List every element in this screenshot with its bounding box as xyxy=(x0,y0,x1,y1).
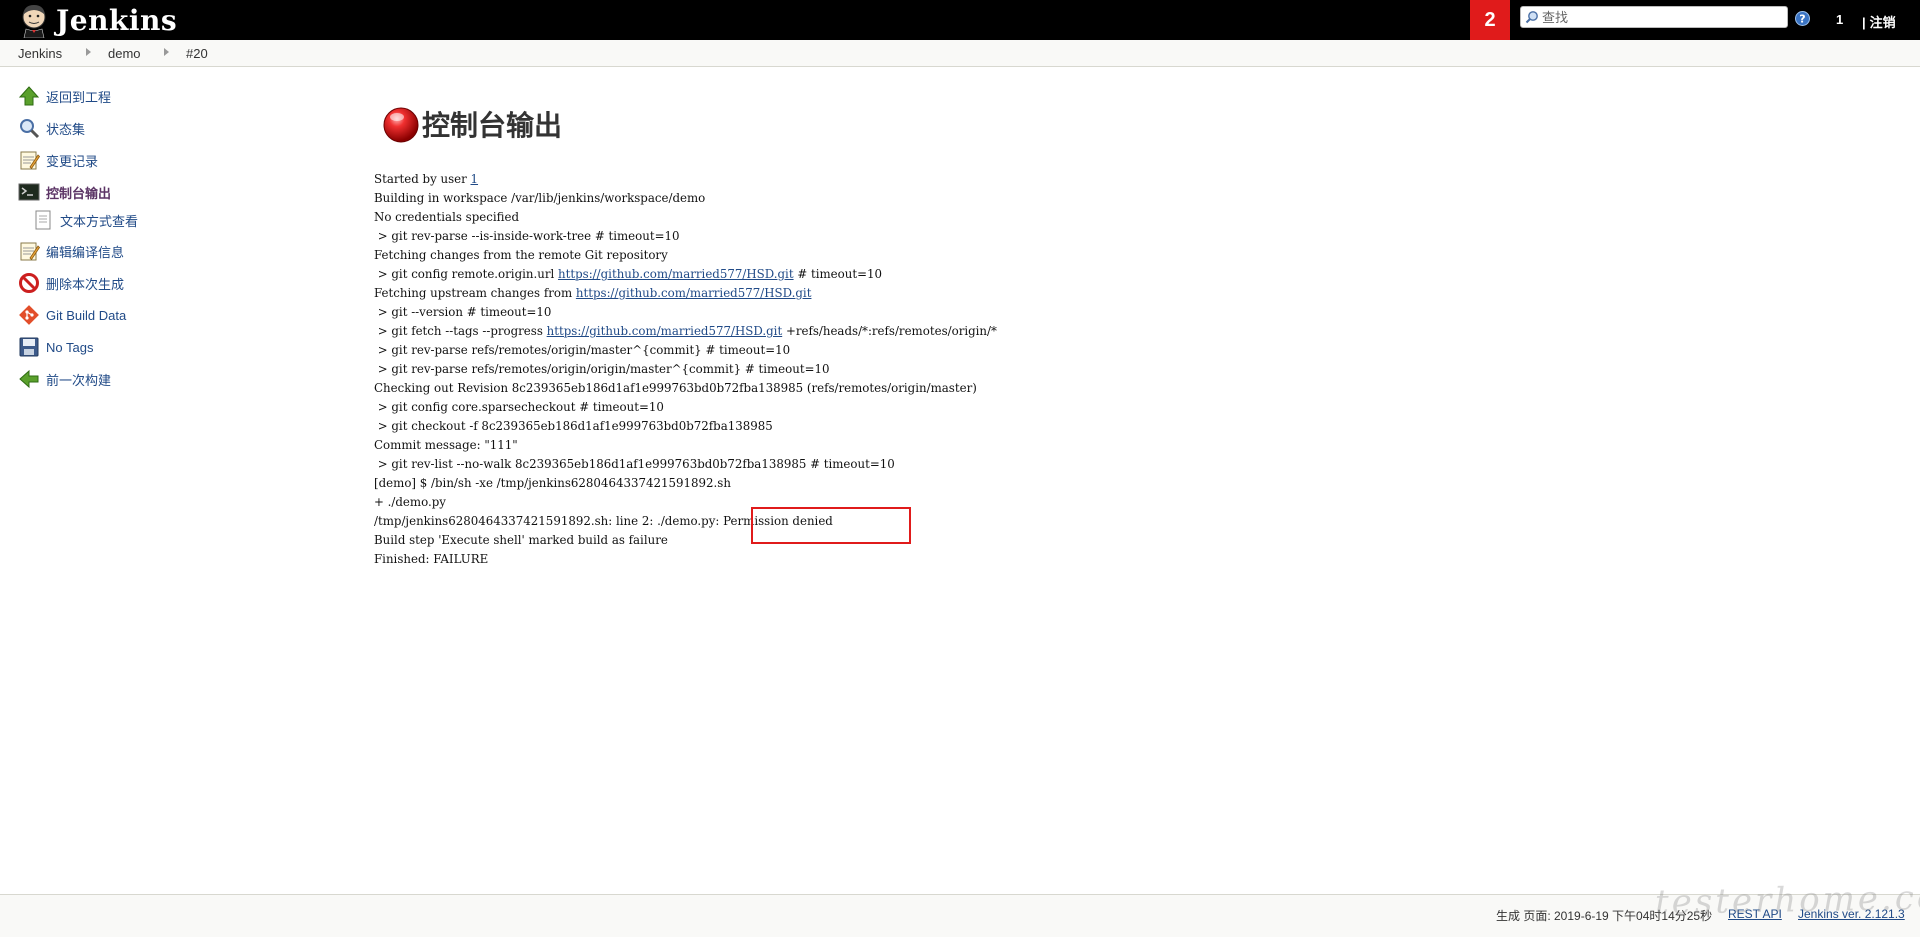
sidebar-item-edit-build-info[interactable]: 编辑编译信息 xyxy=(18,239,124,263)
sidebar-item-label: Git Build Data xyxy=(46,307,127,323)
breadcrumb-build[interactable]: #20 xyxy=(186,46,208,61)
sidebar-item-label: No Tags xyxy=(46,339,94,355)
sidebar-item-label: 变更记录 xyxy=(46,153,99,169)
console-text: > git fetch --tags --progress xyxy=(374,324,547,338)
rest-api-link[interactable]: REST API xyxy=(1728,907,1782,921)
jenkins-version-link[interactable]: Jenkins ver. 2.121.3 xyxy=(1798,907,1905,921)
sidebar-item-label: 编辑编译信息 xyxy=(46,244,125,260)
console-line: Finished: FAILURE xyxy=(374,552,489,566)
console-line: Commit message: "111" xyxy=(374,438,518,452)
chevron-right-icon[interactable] xyxy=(86,48,91,56)
breadcrumb-demo[interactable]: demo xyxy=(108,46,141,61)
notepad-icon xyxy=(20,242,40,261)
notepad-icon xyxy=(20,151,40,170)
top-header: Jenkins 2 ? 1 |注销 xyxy=(0,0,1920,40)
console-line: > git checkout -f 8c239365eb186d1af1e999… xyxy=(374,419,773,433)
help-icon[interactable]: ? xyxy=(1795,11,1810,26)
console-line: > git config core.sparsecheckout # timeo… xyxy=(374,400,664,414)
sidebar-item-previous-build[interactable]: 前一次构建 xyxy=(18,367,111,391)
console-text: Started by user xyxy=(374,172,471,186)
console-line: > git rev-parse refs/remotes/origin/mast… xyxy=(374,343,791,357)
sidebar-item-label: 返回到工程 xyxy=(46,89,112,105)
svg-text:?: ? xyxy=(1799,13,1805,26)
console-line: > git rev-list --no-walk 8c239365eb186d1… xyxy=(374,457,895,471)
chevron-right-icon[interactable] xyxy=(164,48,169,56)
sidebar-item-console-output[interactable]: 控制台输出 xyxy=(18,180,111,204)
console-line: > git rev-parse --is-inside-work-tree # … xyxy=(374,229,680,243)
console-line: Building in workspace /var/lib/jenkins/w… xyxy=(374,191,706,205)
search-icon xyxy=(1525,11,1538,24)
sidebar-item-git-build-data[interactable]: Git Build Data xyxy=(18,303,126,327)
console-line: /tmp/jenkins6280464337421591892.sh: line… xyxy=(374,514,833,528)
sidebar-item-no-tags[interactable]: No Tags xyxy=(18,335,93,359)
sidebar-item-back-to-project[interactable]: 返回到工程 xyxy=(18,84,111,108)
page-title: 控制台输出 xyxy=(422,109,563,142)
header-separator: | xyxy=(1862,15,1866,30)
page-footer: 生成 页面: 2019-6-19 下午04时14分25秒 REST API Je… xyxy=(0,894,1920,937)
document-icon xyxy=(35,210,51,230)
sidebar-item-delete-build[interactable]: 删除本次生成 xyxy=(18,271,124,295)
console-line: [demo] $ /bin/sh -xe /tmp/jenkins6280464… xyxy=(374,476,731,490)
console-line: Fetching upstream changes from https://g… xyxy=(374,284,997,303)
logout-label: 注销 xyxy=(1869,15,1896,30)
console-line: No credentials specified xyxy=(374,210,520,224)
floppy-icon xyxy=(19,337,39,357)
left-arrow-icon xyxy=(19,369,39,389)
sidebar-item-view-as-text[interactable]: 文本方式查看 xyxy=(32,208,138,232)
jenkins-wordmark: Jenkins xyxy=(56,3,178,37)
console-text: Fetching upstream changes from xyxy=(374,286,576,300)
sidebar-item-status[interactable]: 状态集 xyxy=(18,116,85,140)
build-queue-badge[interactable]: 2 xyxy=(1470,0,1510,40)
console-line: + ./demo.py xyxy=(374,495,446,509)
sidebar-item-label: 文本方式查看 xyxy=(60,213,139,229)
console-line: Checking out Revision 8c239365eb186d1af1… xyxy=(374,381,977,395)
sidebar-item-label: 前一次构建 xyxy=(46,372,112,388)
git-icon xyxy=(19,305,39,325)
console-line: Fetching changes from the remote Git rep… xyxy=(374,248,668,262)
logout-link[interactable]: | 注销 xyxy=(1862,12,1896,31)
sidebar-item-changes[interactable]: 变更记录 xyxy=(18,148,98,172)
up-arrow-icon xyxy=(18,86,40,106)
console-text: # timeout=10 xyxy=(793,267,882,281)
magnifier-icon xyxy=(20,119,40,139)
console-output: Started by user 1 Building in workspace /… xyxy=(374,170,997,569)
console-line: > git fetch --tags --progress https://gi… xyxy=(374,322,997,341)
console-text: +refs/heads/*:refs/remotes/origin/* xyxy=(782,324,997,338)
user-link[interactable]: 1 xyxy=(471,172,479,186)
page-generated-timestamp: 生成 页面: 2019-6-19 下午04时14分25秒 xyxy=(1496,909,1713,923)
no-entry-icon xyxy=(19,273,39,293)
console-line: > git --version # timeout=10 xyxy=(374,305,552,319)
console-line: Build step 'Execute shell' marked build … xyxy=(374,533,668,547)
search-input[interactable] xyxy=(1539,9,1782,25)
breadcrumb-jenkins[interactable]: Jenkins xyxy=(18,46,62,61)
jenkins-butler-icon xyxy=(22,5,46,38)
repo-link[interactable]: https://github.com/married577/HSD.git xyxy=(576,286,812,300)
sidebar-item-label: 状态集 xyxy=(46,121,86,137)
terminal-icon xyxy=(18,183,40,201)
console-line: > git rev-parse refs/remotes/origin/orig… xyxy=(374,362,830,376)
search-box[interactable] xyxy=(1520,6,1788,28)
console-line: > git config remote.origin.url https://g… xyxy=(374,265,997,284)
repo-link[interactable]: https://github.com/married577/HSD.git xyxy=(558,267,794,281)
repo-link[interactable]: https://github.com/married577/HSD.git xyxy=(547,324,783,338)
console-text: > git config remote.origin.url xyxy=(374,267,559,281)
user-link[interactable]: 1 xyxy=(1836,12,1843,27)
sidebar-item-label: 控制台输出 xyxy=(46,185,112,201)
sidebar-item-label: 删除本次生成 xyxy=(46,276,125,292)
breadcrumb: Jenkins demo #20 xyxy=(0,40,1920,67)
jenkins-logo[interactable]: Jenkins xyxy=(16,2,177,38)
red-status-ball-icon xyxy=(383,107,419,143)
console-line: Started by user 1 xyxy=(374,170,997,189)
